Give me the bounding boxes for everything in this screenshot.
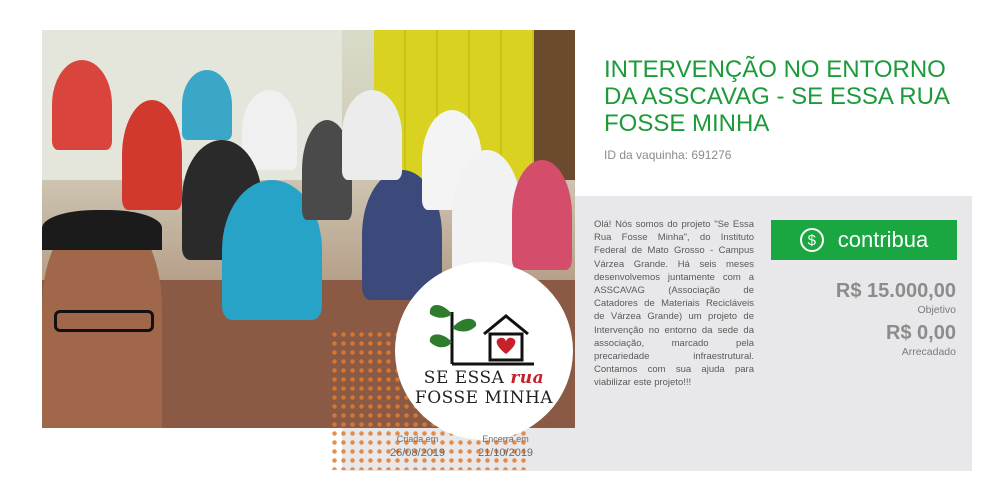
project-logo: SE ESSA rua FOSSE MINHA (395, 262, 573, 440)
raised-amount: R$ 0,00 Arrecadado (885, 322, 956, 358)
campaign-dates: Criada em 26/08/2019 Encerra em 21/10/20… (390, 434, 550, 464)
end-date: Encerra em 21/10/2019 (478, 434, 534, 459)
logo-line-1: SE ESSA rua (423, 368, 545, 388)
created-date: Criada em 26/08/2019 (390, 434, 446, 459)
campaign-title: INTERVENÇÃO NO ENTORNO DA ASSCAVAG - SE … (604, 56, 949, 137)
logo-line-2: FOSSE MINHA (414, 388, 554, 408)
plant-house-icon (429, 304, 534, 366)
campaign-description: Olá! Nós somos do projeto "Se Essa Rua F… (594, 219, 754, 389)
dollar-icon: $ (799, 228, 824, 252)
goal-amount: R$ 15.000,00 Objetivo (835, 280, 956, 316)
campaign-id: ID da vaquinha: 691276 (604, 148, 732, 162)
contribute-button[interactable]: $ contribua (771, 220, 957, 260)
